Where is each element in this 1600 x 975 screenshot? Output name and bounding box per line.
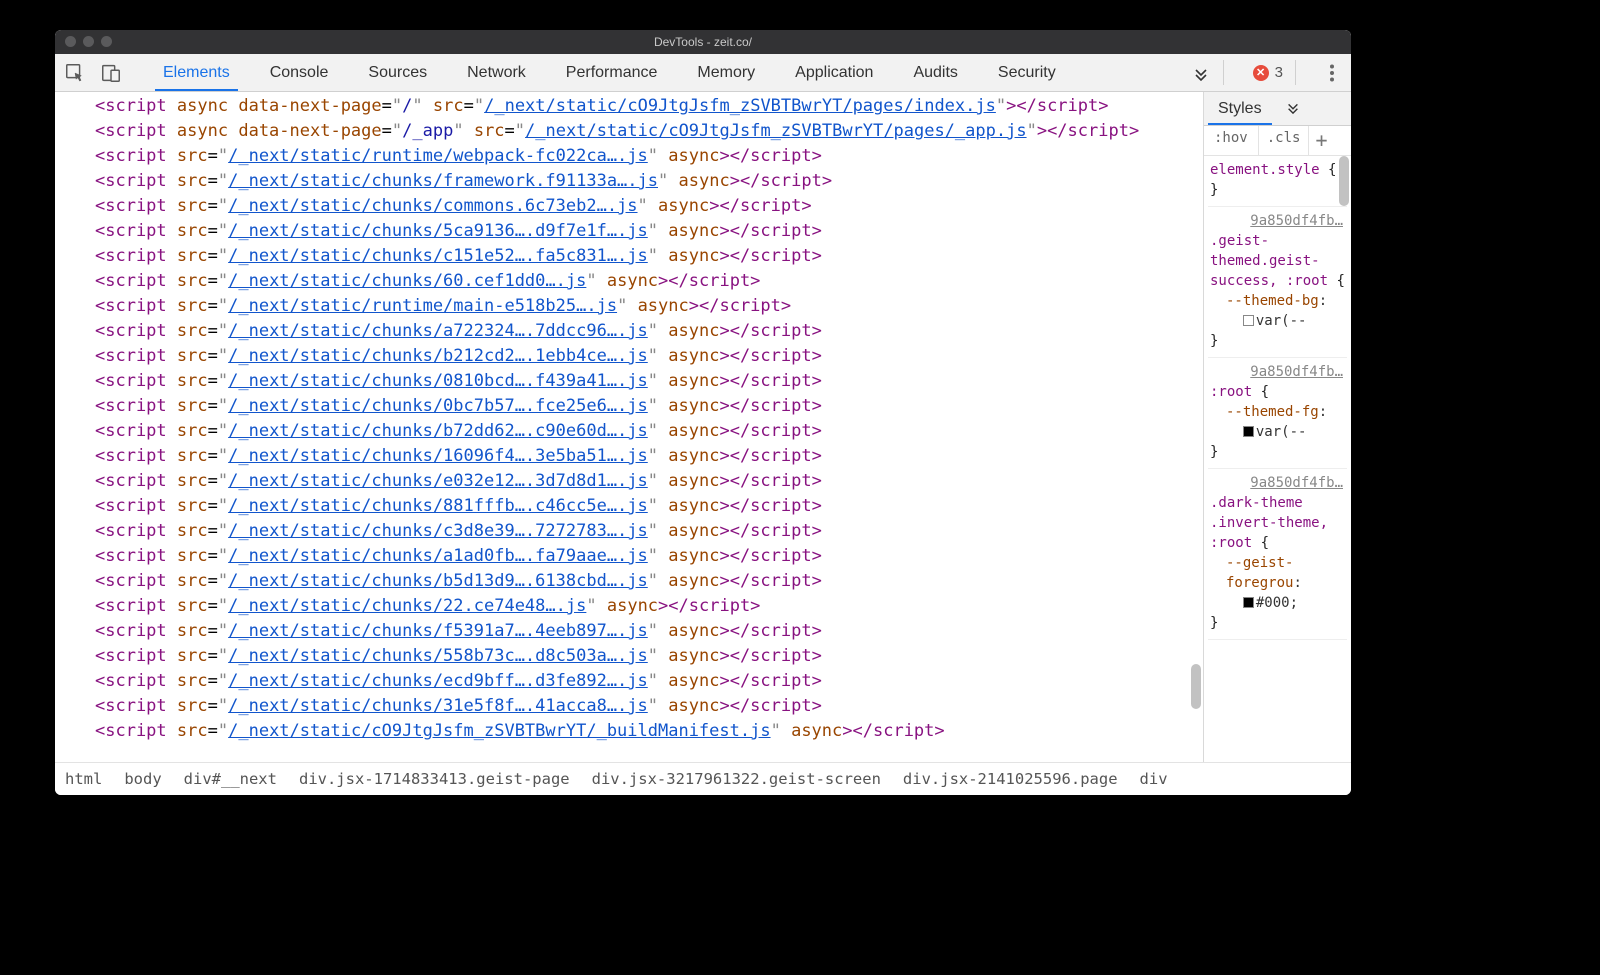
tab-security[interactable]: Security <box>978 54 1076 91</box>
devtools-window: DevTools - zeit.co/ ElementsConsoleSourc… <box>55 30 1351 795</box>
elements-panel[interactable]: <script async data-next-page="/" src="/_… <box>55 92 1203 762</box>
window-title: DevTools - zeit.co/ <box>654 35 752 49</box>
dom-node-script[interactable]: <script src="/_next/static/chunks/framew… <box>95 169 1203 194</box>
tab-sources[interactable]: Sources <box>348 54 447 91</box>
dom-node-script[interactable]: <script src="/_next/static/chunks/0bc7b5… <box>95 394 1203 419</box>
dom-node-script[interactable]: <script src="/_next/static/chunks/common… <box>95 194 1203 219</box>
style-rule[interactable]: 9a850df4fb…:root {--themed-fg: var(--} <box>1208 358 1347 469</box>
dom-node-script[interactable]: <script src="/_next/static/chunks/a1ad0f… <box>95 544 1203 569</box>
dom-node-script[interactable]: <script src="/_next/static/chunks/c3d8e3… <box>95 519 1203 544</box>
style-rule[interactable]: 9a850df4fb….dark-theme .invert-theme, :r… <box>1208 469 1347 640</box>
dom-node-script[interactable]: <script src="/_next/static/chunks/5ca913… <box>95 219 1203 244</box>
dom-node-script[interactable]: <script src="/_next/static/runtime/main-… <box>95 294 1203 319</box>
breadcrumb-item[interactable]: html <box>65 770 102 788</box>
dom-tree[interactable]: <script async data-next-page="/" src="/_… <box>55 92 1203 744</box>
breadcrumb-item[interactable]: div#__next <box>184 770 277 788</box>
dom-node-script[interactable]: <script src="/_next/static/chunks/a72232… <box>95 319 1203 344</box>
minimize-icon[interactable] <box>83 36 94 47</box>
dom-node-script[interactable]: <script src="/_next/static/chunks/f5391a… <box>95 619 1203 644</box>
style-rules[interactable]: element.style {}9a850df4fb….geist-themed… <box>1204 156 1351 762</box>
styles-scrollbar[interactable] <box>1337 92 1351 762</box>
breadcrumb-item[interactable]: div.jsx-3217961322.geist-screen <box>592 770 881 788</box>
tab-memory[interactable]: Memory <box>677 54 775 91</box>
dom-node-script[interactable]: <script src="/_next/static/chunks/b212cd… <box>95 344 1203 369</box>
close-icon[interactable] <box>65 36 76 47</box>
dom-node-script[interactable]: <script src="/_next/static/chunks/558b73… <box>95 644 1203 669</box>
error-icon: ✕ <box>1253 65 1269 81</box>
dom-node-script[interactable]: <script src="/_next/static/chunks/881fff… <box>95 494 1203 519</box>
dom-node-script[interactable]: <script src="/_next/static/chunks/ecd9bf… <box>95 669 1203 694</box>
tab-elements[interactable]: Elements <box>143 54 250 91</box>
settings-kebab-icon[interactable] <box>1313 54 1351 91</box>
dom-node-script[interactable]: <script src="/_next/static/chunks/16096f… <box>95 444 1203 469</box>
dom-node-script[interactable]: <script src="/_next/static/chunks/0810bc… <box>95 369 1203 394</box>
traffic-lights[interactable] <box>65 36 112 47</box>
style-rule[interactable]: 9a850df4fb….geist-themed.geist-success, … <box>1208 207 1347 358</box>
dom-node-script[interactable]: <script src="/_next/static/cO9JtgJsfm_zS… <box>95 719 1203 744</box>
device-toggle-icon[interactable] <box>99 61 123 85</box>
styles-tab[interactable]: Styles <box>1204 92 1276 125</box>
hov-toggle[interactable]: :hov <box>1204 126 1259 155</box>
breadcrumb-item[interactable]: body <box>124 770 161 788</box>
toolbar: ElementsConsoleSourcesNetworkPerformance… <box>55 54 1351 92</box>
dom-node-script[interactable]: <script src="/_next/static/chunks/22.ce7… <box>95 594 1203 619</box>
cls-toggle[interactable]: .cls <box>1259 126 1310 155</box>
titlebar: DevTools - zeit.co/ <box>55 30 1351 54</box>
new-rule-button[interactable]: + <box>1309 126 1333 155</box>
tab-console[interactable]: Console <box>250 54 349 91</box>
more-tabs-chevron-icon[interactable] <box>1179 54 1223 91</box>
tab-application[interactable]: Application <box>775 54 893 91</box>
errors-indicator[interactable]: ✕ 3 <box>1241 64 1295 81</box>
tab-network[interactable]: Network <box>447 54 546 91</box>
dom-node-script[interactable]: <script src="/_next/static/chunks/e032e1… <box>95 469 1203 494</box>
inspect-icon[interactable] <box>63 61 87 85</box>
error-count: 3 <box>1275 64 1283 81</box>
styles-panel: Styles :hov .cls + element.style {}9a850… <box>1203 92 1351 762</box>
breadcrumb-item[interactable]: div <box>1140 770 1168 788</box>
style-rule[interactable]: element.style {} <box>1208 158 1347 207</box>
tab-performance[interactable]: Performance <box>546 54 678 91</box>
dom-node-script[interactable]: <script async data-next-page="/_app" src… <box>95 119 1203 144</box>
dom-node-script[interactable]: <script src="/_next/static/chunks/b5d13d… <box>95 569 1203 594</box>
elements-scrollbar[interactable] <box>1189 92 1203 762</box>
dom-node-script[interactable]: <script src="/_next/static/chunks/60.cef… <box>95 269 1203 294</box>
breadcrumb[interactable]: html body div#__next div.jsx-1714833413.gei… <box>55 762 1351 795</box>
tab-audits[interactable]: Audits <box>893 54 977 91</box>
dom-node-script[interactable]: <script src="/_next/static/chunks/b72dd6… <box>95 419 1203 444</box>
dom-node-script[interactable]: <script src="/_next/static/runtime/webpa… <box>95 144 1203 169</box>
zoom-icon[interactable] <box>101 36 112 47</box>
styles-more-chevron-icon[interactable] <box>1276 100 1310 117</box>
dom-node-script[interactable]: <script async data-next-page="/" src="/_… <box>95 94 1203 119</box>
breadcrumb-item[interactable]: div.jsx-2141025596.page <box>903 770 1118 788</box>
panel-tabs: ElementsConsoleSourcesNetworkPerformance… <box>143 54 1179 91</box>
dom-node-script[interactable]: <script src="/_next/static/chunks/31e5f8… <box>95 694 1203 719</box>
breadcrumb-item[interactable]: div.jsx-1714833413.geist-page <box>299 770 570 788</box>
dom-node-script[interactable]: <script src="/_next/static/chunks/c151e5… <box>95 244 1203 269</box>
